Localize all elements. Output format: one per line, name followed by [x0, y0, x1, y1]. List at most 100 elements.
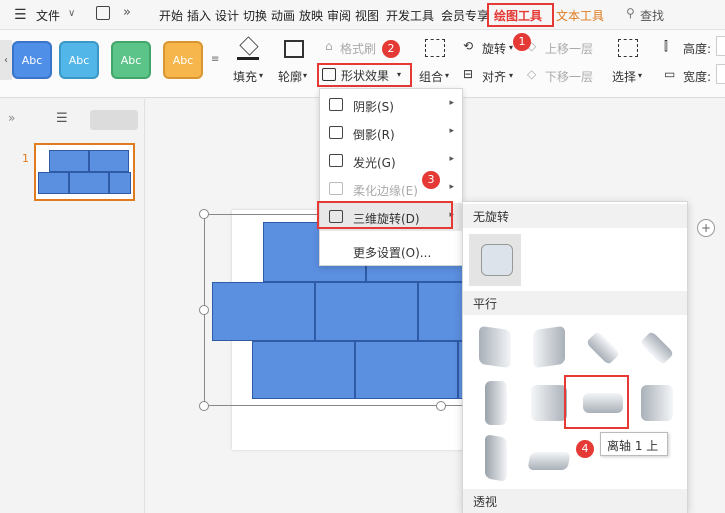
preset-parallel-8[interactable] — [631, 377, 683, 427]
slide-view-icon[interactable] — [90, 110, 138, 130]
height-input[interactable] — [716, 36, 725, 56]
menu-item-soft-edges: 柔化边缘(E) ▸ — [320, 175, 462, 203]
styles-more-icon[interactable]: ≡ — [211, 54, 219, 65]
outline-view-icon[interactable]: ☰ — [56, 111, 68, 126]
chevron-down-icon[interactable]: ∨ — [68, 8, 75, 19]
shape-effect-icon[interactable] — [322, 68, 336, 81]
brick[interactable] — [355, 341, 458, 399]
preset-parallel-3[interactable] — [577, 322, 629, 372]
brick[interactable] — [212, 282, 315, 341]
align-icon[interactable]: ⊟ — [463, 67, 473, 81]
tab-transition[interactable]: 切换 — [243, 7, 267, 24]
align-button[interactable]: 对齐 — [482, 68, 506, 85]
width-icon: ▭ — [664, 67, 676, 81]
select-button[interactable]: 选择 — [612, 68, 636, 85]
group-icon[interactable] — [425, 39, 445, 57]
step-badge-4: 4 — [576, 440, 594, 458]
tab-insert[interactable]: 插入 — [187, 7, 211, 24]
preset-no-rotation[interactable] — [469, 234, 521, 286]
brick[interactable] — [315, 282, 418, 341]
tab-design[interactable]: 设计 — [215, 7, 239, 24]
hamburger-icon[interactable]: ☰ — [14, 7, 27, 23]
menu-item-shadow[interactable]: 阴影(S) ▸ — [320, 91, 462, 119]
chevron-down-icon[interactable]: ▾ — [397, 70, 401, 79]
style-label: Abc — [120, 53, 142, 67]
shape-style-4[interactable]: Abc — [163, 41, 203, 79]
tab-animation[interactable]: 动画 — [271, 7, 295, 24]
send-backward-button: 下移一层 — [545, 70, 594, 84]
submenu-arrow-icon: ▸ — [449, 98, 454, 108]
glow-icon — [329, 154, 343, 167]
search-label[interactable]: 查找 — [640, 7, 664, 24]
expand-panel-icon[interactable]: » — [8, 111, 15, 125]
preset-parallel-4[interactable] — [631, 322, 683, 372]
resize-handle[interactable] — [199, 209, 209, 219]
chevron-down-icon[interactable]: ▾ — [259, 71, 263, 80]
scroll-left-icon[interactable]: ‹ — [0, 40, 12, 80]
width-input[interactable] — [716, 64, 725, 84]
search-icon[interactable]: ⚲ — [626, 6, 635, 20]
tab-member[interactable]: 会员专享 — [441, 7, 489, 24]
slide-thumbnail[interactable] — [34, 143, 135, 201]
shadow-icon — [329, 98, 343, 111]
step-badge-2: 2 — [382, 40, 400, 58]
submenu-arrow-icon: ▸ — [449, 154, 454, 164]
brick[interactable] — [252, 341, 355, 399]
soft-edges-icon — [329, 182, 343, 195]
slide-panel: » ☰ 1 — [0, 99, 145, 513]
resize-handle[interactable] — [436, 401, 446, 411]
add-icon[interactable]: + — [697, 219, 715, 237]
fill-icon[interactable] — [239, 36, 259, 56]
reflection-icon — [329, 126, 343, 139]
preset-tooltip: 离轴 1 上 — [600, 432, 668, 456]
menu-item-glow[interactable]: 发光(G) ▸ — [320, 147, 462, 175]
menu-item-reflection[interactable]: 倒影(R) ▸ — [320, 119, 462, 147]
shape-style-3[interactable]: Abc — [111, 41, 151, 79]
bring-forward-button: 上移一层 — [545, 42, 594, 56]
group-button[interactable]: 组合 — [419, 68, 443, 85]
shape-style-2[interactable]: Abc — [59, 41, 99, 79]
shape-effect-button[interactable]: 形状效果 — [341, 67, 389, 84]
tab-developer[interactable]: 开发工具 — [386, 7, 434, 24]
resize-handle[interactable] — [199, 305, 209, 315]
style-label: Abc — [21, 53, 43, 67]
tab-text-tools[interactable]: 文本工具 — [556, 7, 604, 24]
shape-effect-menu: 阴影(S) ▸ 倒影(R) ▸ 发光(G) ▸ 柔化边缘(E) ▸ 三维旋转(D… — [319, 88, 463, 266]
highlight-off-axis-preset — [564, 375, 629, 429]
rotate-button[interactable]: 旋转 — [482, 40, 506, 57]
tab-review[interactable]: 审阅 — [327, 7, 351, 24]
section-no-rotation: 无旋转 — [463, 204, 687, 228]
outline-button[interactable]: 轮廓 — [278, 68, 302, 85]
resize-handle[interactable] — [199, 401, 209, 411]
width-label: 宽度: — [683, 70, 712, 84]
submenu-arrow-icon: ▸ — [449, 182, 454, 192]
preset-parallel-10[interactable] — [523, 434, 575, 484]
tab-view[interactable]: 视图 — [355, 7, 379, 24]
preset-parallel-2[interactable] — [523, 322, 575, 372]
preset-parallel-9[interactable] — [469, 434, 521, 484]
format-brush-button: 格式刷 — [340, 42, 377, 56]
chevron-down-icon[interactable]: ▾ — [445, 71, 449, 80]
outline-icon[interactable] — [284, 40, 304, 58]
preset-parallel-5[interactable] — [469, 377, 521, 427]
height-label: 高度: — [683, 42, 712, 56]
section-parallel: 平行 — [463, 291, 687, 315]
style-label: Abc — [68, 53, 90, 67]
preset-parallel-1[interactable] — [469, 322, 521, 372]
file-menu[interactable]: 文件 — [36, 7, 60, 24]
rotate-icon[interactable]: ⟲ — [463, 39, 473, 53]
fill-button[interactable]: 填充 — [233, 68, 257, 85]
more-icon[interactable]: » — [123, 5, 131, 20]
chevron-down-icon[interactable]: ▾ — [638, 71, 642, 80]
save-icon[interactable] — [96, 6, 110, 20]
tab-slideshow[interactable]: 放映 — [299, 7, 323, 24]
style-label: Abc — [172, 53, 194, 67]
highlight-3d-rotation — [317, 201, 453, 229]
fill-color-bar — [237, 57, 259, 60]
tab-home[interactable]: 开始 — [159, 7, 183, 24]
shape-style-1[interactable]: Abc — [12, 41, 52, 79]
chevron-down-icon[interactable]: ▾ — [509, 71, 513, 80]
menu-item-more-settings[interactable]: 更多设置(O)... — [320, 237, 462, 265]
select-icon[interactable] — [618, 39, 638, 57]
chevron-down-icon[interactable]: ▾ — [303, 71, 307, 80]
